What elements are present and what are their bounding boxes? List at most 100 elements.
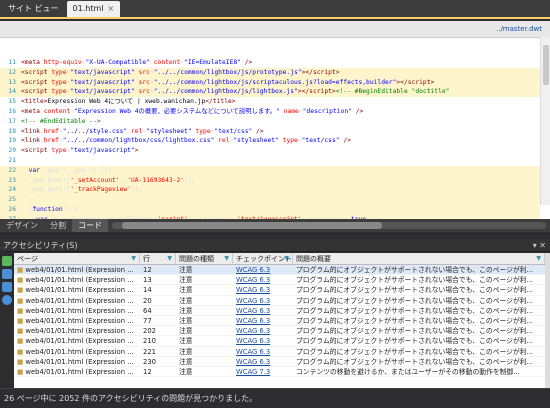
cell-checkpoint[interactable]: WCAG 6.3 bbox=[233, 326, 293, 335]
cell-checkpoint[interactable]: WCAG 6.3 bbox=[233, 357, 293, 366]
table-row[interactable]: ■ web4/01/01.html (Expression ... 14 注意 WCAG… bbox=[14, 285, 545, 296]
panel-controls[interactable]: ▾ ✕ bbox=[533, 239, 546, 252]
code-text[interactable]: <title>Expression Web 4について | xweb.wanic… bbox=[21, 98, 236, 105]
code-text[interactable]: (function() { bbox=[21, 206, 78, 213]
checkpoint-link[interactable]: WCAG 6.3 bbox=[236, 266, 270, 274]
editor-horizontal-scrollbar[interactable] bbox=[112, 222, 546, 229]
code-line[interactable]: 20 <script type="text/javascript"> bbox=[0, 146, 540, 156]
code-line[interactable]: 13 <script type="text/javascript" src="..… bbox=[0, 77, 540, 88]
code-text[interactable]: <meta http-equiv="X-UA-Compatible" conte… bbox=[21, 59, 252, 66]
filter-dropdown-icon[interactable]: ▼ bbox=[131, 253, 136, 265]
run-check-icon[interactable] bbox=[2, 256, 12, 266]
code-editor[interactable]: ../master.dwt 11 <meta http-equiv="X-UA-C… bbox=[0, 21, 550, 219]
tab-01-html[interactable]: 01.html × bbox=[66, 1, 121, 17]
code-lines[interactable]: 11 <meta http-equiv="X-UA-Compatible" con… bbox=[0, 58, 540, 219]
code-text[interactable]: <link href="../../style.css" rel="styles… bbox=[21, 128, 264, 135]
cell-checkpoint[interactable]: WCAG 6.3 bbox=[233, 336, 293, 345]
scroll-thumb[interactable] bbox=[122, 222, 382, 229]
filter-dropdown-icon[interactable]: ▼ bbox=[224, 253, 229, 265]
tab-site-view[interactable]: サイト ビュー bbox=[2, 1, 65, 17]
checkpoint-link[interactable]: WCAG 6.3 bbox=[236, 297, 270, 305]
column-summary[interactable]: 問題の概要 ▼ bbox=[293, 253, 545, 264]
cell-summary-text: プログラム的にオブジェクトがサポートされない場合でも、このページが利... bbox=[296, 306, 534, 315]
scroll-thumb[interactable] bbox=[543, 45, 549, 85]
checkpoint-link[interactable]: WCAG 6.3 bbox=[236, 307, 270, 315]
table-row[interactable]: ■ web4/01/01.html (Expression ... 13 注意 WCAG… bbox=[14, 275, 545, 286]
code-line[interactable]: 24 _gaq.push(['_trackPageview']); bbox=[0, 185, 540, 196]
filter-dropdown-icon[interactable]: ▼ bbox=[284, 253, 289, 265]
code-line[interactable]: 16 <meta content="Expression Web 4の概要、必要シ… bbox=[0, 107, 540, 117]
table-row[interactable]: ■ web4/01/01.html (Expression ... 20 注意 WCAG… bbox=[14, 296, 545, 306]
code-text[interactable]: <script type="text/javascript" src="../.… bbox=[21, 69, 340, 76]
cell-checkpoint[interactable]: WCAG 7.3 bbox=[233, 367, 293, 376]
view-switcher: デザイン 分割 コード bbox=[0, 219, 550, 232]
column-issue-type[interactable]: 問題の種類 ▼ bbox=[176, 253, 233, 264]
code-text[interactable]: _gaq.push(['_trackPageview']); bbox=[21, 186, 143, 193]
cell-issue-type: 注意 bbox=[176, 285, 233, 294]
cell-checkpoint[interactable]: WCAG 6.3 bbox=[233, 296, 293, 305]
table-row[interactable]: ■ web4/01/01.html (Expression ... 230 注意 WCA… bbox=[14, 357, 545, 367]
table-vertical-scrollbar[interactable] bbox=[545, 253, 550, 388]
code-text[interactable]: <link href="../../common/lightbox/css/li… bbox=[21, 137, 351, 144]
code-text[interactable]: <script type="text/javascript" src="../.… bbox=[21, 88, 449, 95]
code-line[interactable]: 21 bbox=[0, 156, 540, 166]
cell-checkpoint[interactable]: WCAG 6.3 bbox=[233, 275, 293, 284]
code-line[interactable]: 25 bbox=[0, 195, 540, 205]
column-checkpoint[interactable]: チェックポイント ▼ bbox=[233, 253, 293, 264]
checkpoint-link[interactable]: WCAG 6.3 bbox=[236, 327, 270, 335]
cell-checkpoint[interactable]: WCAG 6.3 bbox=[233, 285, 293, 294]
checkpoint-link[interactable]: WCAG 6.3 bbox=[236, 337, 270, 345]
checkpoint-link[interactable]: WCAG 6.3 bbox=[236, 358, 270, 366]
template-path[interactable]: ../master.dwt bbox=[0, 21, 550, 38]
filter-dropdown-icon[interactable]: ▼ bbox=[536, 253, 541, 265]
code-line[interactable]: 11 <meta http-equiv="X-UA-Compatible" con… bbox=[0, 58, 540, 68]
table-row[interactable]: ■ web4/01/01.html (Expression ... 12 注意 WCAG… bbox=[14, 367, 545, 378]
page-file-icon: ■ bbox=[17, 266, 24, 274]
close-icon[interactable]: × bbox=[108, 4, 115, 13]
cell-line-text: 14 bbox=[143, 286, 152, 295]
table-row[interactable]: ■ web4/01/01.html (Expression ... 12 注意 WCAG… bbox=[14, 265, 545, 276]
code-line[interactable]: 15 <title>Expression Web 4について | xweb.wan… bbox=[0, 97, 540, 107]
cell-issue-type-text: 注意 bbox=[179, 276, 193, 285]
code-line[interactable]: 23 _gaq.push(['_setAccount', 'UA-1169364… bbox=[0, 175, 540, 186]
code-line[interactable]: 18 <link href="../../style.css" rel="styl… bbox=[0, 127, 540, 137]
code-line[interactable]: 26 (function() { bbox=[0, 204, 540, 215]
cell-checkpoint[interactable]: WCAG 6.3 bbox=[233, 265, 293, 274]
column-line[interactable]: 行 ▼ bbox=[140, 253, 176, 264]
code-line[interactable]: 19 <link href="../../common/lightbox/css/… bbox=[0, 136, 540, 146]
editor-vertical-scrollbar[interactable] bbox=[540, 37, 550, 205]
cell-checkpoint[interactable]: WCAG 6.3 bbox=[233, 347, 293, 356]
page-file-icon: ■ bbox=[17, 306, 24, 315]
table-row[interactable]: ■ web4/01/01.html (Expression ... 221 注意 WCA… bbox=[14, 347, 545, 357]
column-page[interactable]: ページ ▼ bbox=[14, 253, 140, 264]
code-line[interactable]: 14 <script type="text/javascript" src="..… bbox=[0, 87, 540, 98]
next-issue-icon[interactable] bbox=[2, 269, 12, 279]
code-text[interactable]: <meta content="Expression Web 4の概要、必要システ… bbox=[21, 108, 363, 115]
checkpoint-link[interactable]: WCAG 6.3 bbox=[236, 276, 270, 284]
code-text[interactable]: <script type="text/javascript" src="../.… bbox=[21, 79, 434, 86]
code-text[interactable]: <!-- #EndEditable --> bbox=[21, 118, 101, 125]
checkpoint-link[interactable]: WCAG 6.3 bbox=[236, 348, 270, 356]
code-line[interactable]: 22 var _gaq = _gaq || []; bbox=[0, 165, 540, 176]
code-line[interactable]: 17 <!-- #EndEditable --> bbox=[0, 117, 540, 127]
checkpoint-link[interactable]: WCAG 7.3 bbox=[236, 368, 270, 376]
tab-design[interactable]: デザイン bbox=[0, 219, 44, 232]
refresh-icon[interactable] bbox=[2, 295, 12, 305]
tab-code[interactable]: コード bbox=[72, 219, 108, 232]
table-row[interactable]: ■ web4/01/01.html (Expression ... 64 注意 WCAG… bbox=[14, 306, 545, 316]
checkpoint-link[interactable]: WCAG 6.3 bbox=[236, 317, 270, 325]
checkpoint-link[interactable]: WCAG 6.3 bbox=[236, 286, 270, 294]
filter-dropdown-icon[interactable]: ▼ bbox=[167, 253, 172, 265]
table-row[interactable]: ■ web4/01/01.html (Expression ... 77 注意 WCAG… bbox=[14, 316, 545, 327]
tab-split[interactable]: 分割 bbox=[44, 219, 72, 232]
previous-issue-icon[interactable] bbox=[2, 282, 12, 292]
cell-summary: コンテンツの移動を避けるか、またはユーザーがその移動の動作を制御... bbox=[293, 367, 545, 376]
cell-checkpoint[interactable]: WCAG 6.3 bbox=[233, 306, 293, 315]
table-row[interactable]: ■ web4/01/01.html (Expression ... 210 注意 WCA… bbox=[14, 336, 545, 347]
code-line[interactable]: 12 <script type="text/javascript" src="..… bbox=[0, 67, 540, 78]
code-text[interactable]: <script type="text/javascript"> bbox=[21, 147, 139, 154]
code-text[interactable]: _gaq.push(['_setAccount', 'UA-11693643-2… bbox=[21, 177, 196, 184]
code-text[interactable]: var _gaq = _gaq || []; bbox=[21, 167, 112, 174]
table-row[interactable]: ■ web4/01/01.html (Expression ... 202 注意 WCA… bbox=[14, 326, 545, 337]
cell-checkpoint[interactable]: WCAG 6.3 bbox=[233, 316, 293, 325]
